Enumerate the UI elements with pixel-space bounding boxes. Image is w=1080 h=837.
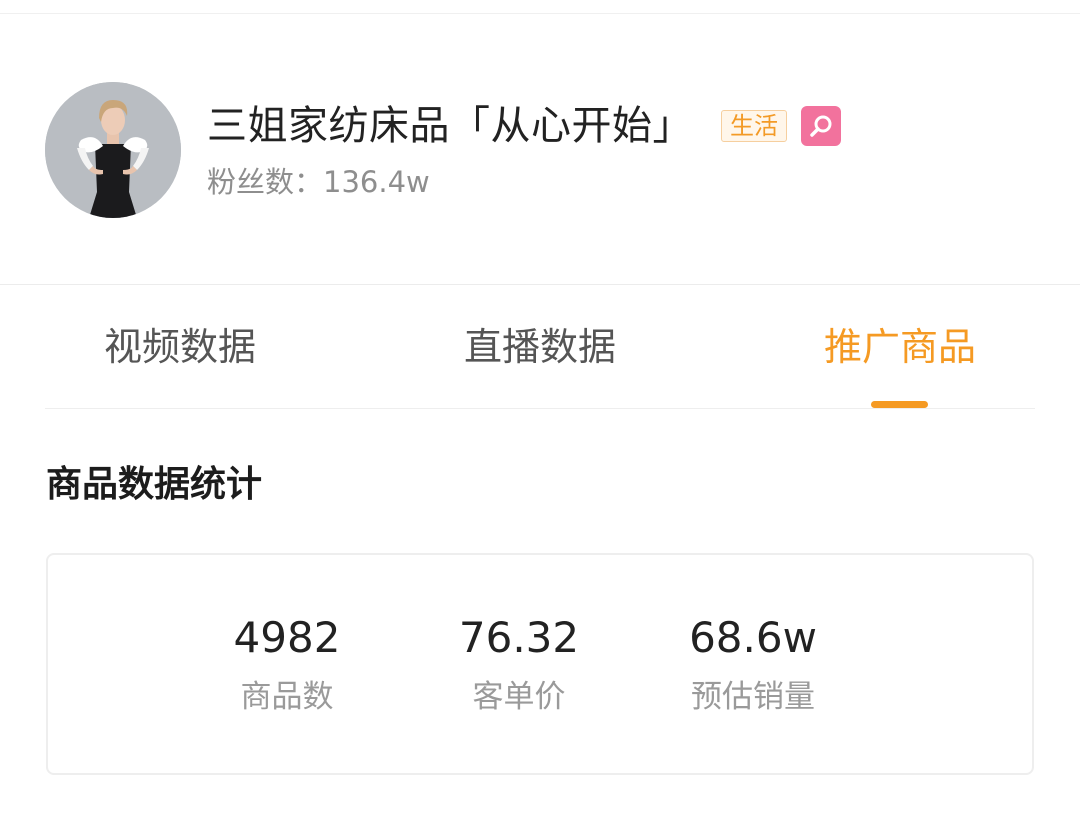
stat-estimated-sales: 68.6w 预估销量 [653,609,853,719]
fans-value: 136.4w [323,165,430,199]
section-divider [0,284,1080,285]
stat-avg-order-price: 76.32 客单价 [419,609,619,719]
profile-header: 三姐家纺床品「从心开始」 生活 粉丝数：136.4w [0,0,1080,284]
category-badge: 生活 [721,110,787,142]
stat-value: 68.6w [689,613,817,662]
fans-count: 粉丝数：136.4w [207,162,430,202]
stat-value: 76.32 [458,613,580,662]
search-icon [810,115,832,137]
stat-label: 客单价 [472,679,566,715]
avatar-portrait [45,82,181,218]
stat-label: 预估销量 [691,679,815,715]
tab-bar: 视频数据 直播数据 推广商品 [0,300,1080,408]
name-row: 三姐家纺床品「从心开始」 生活 [207,96,841,156]
stat-label: 商品数 [240,679,334,715]
stats-card: 4982 商品数 76.32 客单价 68.6w 预估销量 [46,553,1034,775]
stat-product-count: 4982 商品数 [187,609,387,719]
fans-label: 粉丝数： [207,165,324,199]
tab-promoted-products[interactable]: 推广商品 [820,320,980,374]
search-badge[interactable] [801,106,841,146]
stat-value: 4982 [233,613,341,662]
section-title: 商品数据统计 [46,464,263,505]
tabs-divider [45,408,1035,409]
profile-name: 三姐家纺床品「从心开始」 [207,103,693,149]
active-tab-indicator [871,401,928,408]
tab-video-data[interactable]: 视频数据 [100,320,260,374]
tab-live-data[interactable]: 直播数据 [460,320,620,374]
avatar[interactable] [45,82,181,218]
